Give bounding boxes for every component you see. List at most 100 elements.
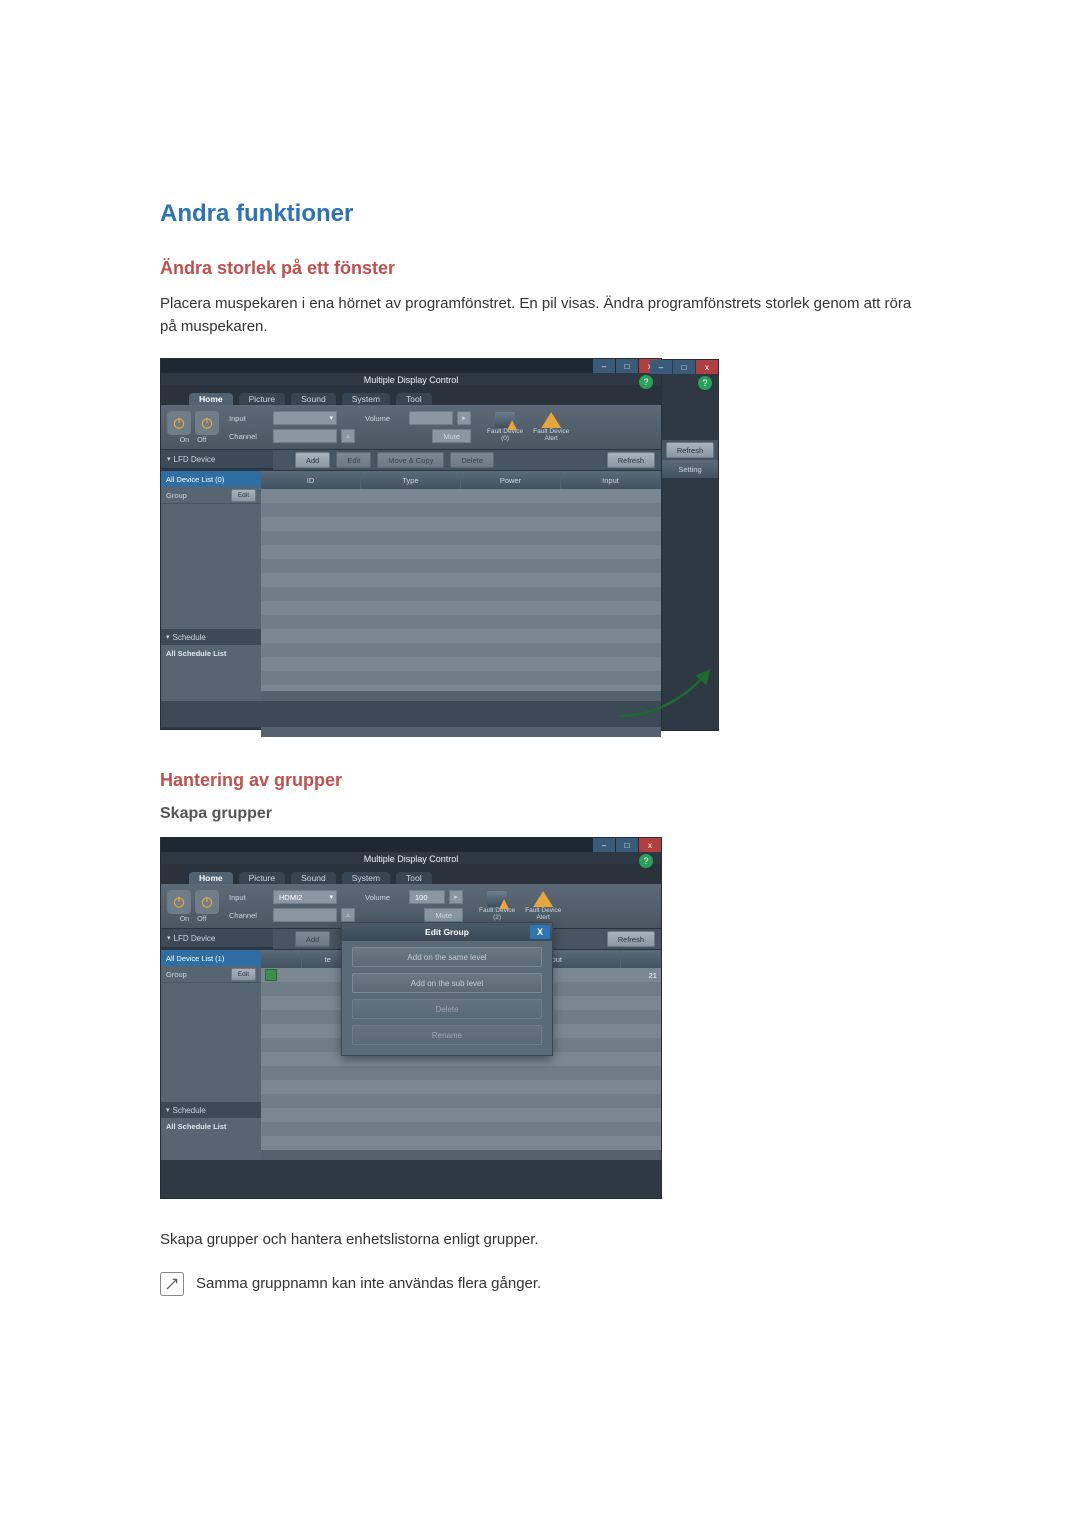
schedule-header-2[interactable]: Schedule [161,1102,261,1118]
dialog-close-button[interactable]: X [530,925,550,939]
app-title-2: Multiple Display Control [161,852,661,864]
mini-col-setting: Setting [662,460,718,478]
col-input[interactable]: Input [561,471,661,489]
fault-device-icon[interactable] [495,412,515,428]
edit-group-dialog: Edit Group X Add on the same level Add o… [341,922,553,1056]
schedule-header[interactable]: Schedule [161,629,261,645]
help-icon[interactable]: ? [639,375,653,389]
tab-sound[interactable]: Sound [291,393,336,405]
minimize-button[interactable]: – [593,359,615,373]
add-button[interactable]: Add [295,452,330,468]
power-off-button-2[interactable] [195,890,219,914]
section-groups-body: Skapa grupper och hantera enhetslistorna… [160,1229,920,1252]
move-copy-button[interactable]: Move & Copy [377,452,444,468]
power-on-label-2: On [180,916,189,923]
input-select-2[interactable]: HDMI2 [273,890,337,904]
fault-device-label-2: Fault Device(2) [479,908,515,921]
mute-button[interactable]: Mute [432,429,471,443]
fault-alert-label-2: Fault DeviceAlert [525,908,561,921]
tab-home-2[interactable]: Home [189,872,233,884]
screenshot-resize-window: – □ x Multiple Display Control ? Home Pi… [160,358,662,730]
channel-label: Channel [229,432,269,441]
power-on-label: On [180,437,189,444]
volume-stepper[interactable]: ▸ [457,411,471,425]
delete-button[interactable]: Delete [450,452,494,468]
mute-button-2[interactable]: Mute [424,908,463,922]
channel-stepper[interactable]: ▵ [341,429,355,443]
tab-tool-2[interactable]: Tool [396,872,432,884]
section-resize-body: Placera muspekaren i ena hörnet av progr… [160,293,920,338]
volume-input-2[interactable]: 100 [409,890,445,904]
note-text: Samma gruppnamn kan inte användas flera … [196,1275,541,1292]
tab-sound-2[interactable]: Sound [291,872,336,884]
col-id[interactable]: ID [261,471,361,489]
delete-group-button[interactable]: Delete [352,999,542,1019]
window-controls-2: – □ x [593,838,661,852]
fault-device-icon-2[interactable] [487,891,507,907]
mini-close-button[interactable]: x [696,360,718,374]
input-select[interactable] [273,411,337,425]
main-tabs: Home Picture Sound System Tool [161,385,661,405]
channel-stepper-2[interactable]: ▵ [341,908,355,922]
group-row-2: Group Edit [161,966,261,983]
fault-alert-icon[interactable] [541,412,561,428]
input-label-2: Input [229,893,269,902]
tab-picture[interactable]: Picture [239,393,285,405]
group-edit-button-2[interactable]: Edit [231,968,256,981]
input-label: Input [229,414,269,423]
mini-help-icon[interactable]: ? [698,376,712,390]
group-row: Group Edit [161,487,261,504]
refresh-button[interactable]: Refresh [607,452,655,468]
volume-label: Volume [365,414,405,423]
add-same-level-button[interactable]: Add on the same level [352,947,542,967]
all-schedule-list-2[interactable]: All Schedule List [161,1118,261,1134]
section-groups-title: Hantering av grupper [160,770,920,791]
fault-device-label: Fault Device(0) [487,429,523,442]
channel-label-2: Channel [229,911,269,920]
power-on-button-2[interactable] [167,890,191,914]
tab-picture-2[interactable]: Picture [239,872,285,884]
close-button-2[interactable]: x [639,838,661,852]
help-icon-2[interactable]: ? [639,854,653,868]
edit-button[interactable]: Edit [336,452,371,468]
power-off-label: Off [197,437,206,444]
row-checkbox[interactable] [265,969,277,981]
maximize-button-2[interactable]: □ [616,838,638,852]
ribbon: On Off Input Channel ▵ Volume [161,405,661,450]
tab-tool[interactable]: Tool [396,393,432,405]
tab-home[interactable]: Home [189,393,233,405]
add-sub-level-button[interactable]: Add on the sub level [352,973,542,993]
fault-alert-icon-2[interactable] [533,891,553,907]
side-lfd-header[interactable]: LFD Device [161,450,273,469]
fault-alert-label: Fault DeviceAlert [533,429,569,442]
refresh-button-2[interactable]: Refresh [607,931,655,947]
channel-input[interactable] [273,429,337,443]
power-off-button[interactable] [195,411,219,435]
all-device-list-header-2[interactable]: All Device List (1) [161,950,261,966]
power-off-label-2: Off [197,916,206,923]
col-type[interactable]: Type [361,471,461,489]
add-button-2[interactable]: Add [295,931,330,947]
horizontal-scrollbar[interactable] [261,691,661,701]
all-schedule-list[interactable]: All Schedule List [161,645,261,661]
minimize-button-2[interactable]: – [593,838,615,852]
group-edit-button[interactable]: Edit [231,489,256,502]
bottom-scrollbar[interactable] [261,727,661,737]
maximize-button[interactable]: □ [616,359,638,373]
volume-input[interactable] [409,411,453,425]
rename-group-button[interactable]: Rename [352,1025,542,1045]
horizontal-scrollbar-2[interactable] [261,1150,661,1160]
power-on-button[interactable] [167,411,191,435]
edit-group-title: Edit Group [425,927,469,937]
channel-input-2[interactable] [273,908,337,922]
all-device-list-header[interactable]: All Device List (0) [161,471,261,487]
side-lfd-header-2[interactable]: LFD Device [161,929,273,948]
mini-minimize-button[interactable]: – [650,360,672,374]
volume-stepper-2[interactable]: ▸ [449,890,463,904]
col-power[interactable]: Power [461,471,561,489]
tab-system-2[interactable]: System [342,872,390,884]
mini-maximize-button[interactable]: □ [673,360,695,374]
mini-refresh-button[interactable]: Refresh [666,442,714,458]
tab-system[interactable]: System [342,393,390,405]
sidebar: All Device List (0) Group Edit Schedule … [161,471,261,701]
